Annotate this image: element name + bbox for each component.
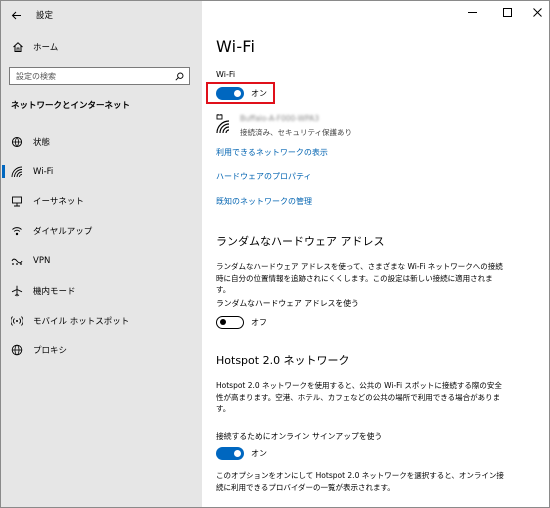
hotspot-toggle[interactable]: オン: [216, 447, 267, 460]
home-globe-icon: [11, 136, 23, 147]
search-box[interactable]: [9, 67, 190, 85]
sidebar: 設定 ホーム ネットワークとインターネット 状態 Wi-Fi イーサネット: [1, 1, 202, 507]
page-title: Wi-Fi: [216, 37, 256, 56]
sidebar-item-label: 状態: [33, 137, 51, 148]
back-button[interactable]: [2, 1, 30, 29]
hardware-properties-link[interactable]: ハードウェアのプロパティ: [216, 171, 312, 182]
main-pane: Wi-Fi Wi-Fi オン Buffalo-A-F000-WPA3 接続済み、…: [202, 1, 549, 507]
section-title: ネットワークとインターネット: [11, 101, 131, 111]
sidebar-item-label: VPN: [33, 256, 51, 267]
close-icon: [532, 7, 542, 17]
network-status: 接続済み、セキュリティ保護あり: [240, 128, 353, 137]
wifi-icon: [11, 166, 23, 177]
app-title: 設定: [36, 11, 54, 21]
home-icon: [13, 42, 23, 52]
sidebar-item-dialup[interactable]: ダイヤルアップ: [1, 216, 202, 246]
sidebar-item-proxy[interactable]: プロキシ: [1, 336, 202, 366]
hotspot-option-label: 接続するためにオンライン サインアップを使う: [216, 432, 383, 441]
airplane-icon: [11, 285, 23, 297]
sidebar-item-status[interactable]: 状態: [1, 127, 202, 157]
wifi-toggle-highlight: [206, 82, 275, 104]
sidebar-item-label: 機内モード: [33, 286, 76, 297]
sidebar-item-vpn[interactable]: VPN: [1, 246, 202, 276]
network-name: Buffalo-A-F000-WPA3: [240, 114, 320, 123]
settings-window: 設定 ホーム ネットワークとインターネット 状態 Wi-Fi イーサネット: [0, 0, 550, 508]
search-icon[interactable]: [175, 72, 184, 81]
nav-home-label: ホーム: [33, 43, 59, 53]
show-available-networks-link[interactable]: 利用できるネットワークの表示: [216, 147, 328, 158]
hotspot-footer-text: このオプションをオンにして Hotspot 2.0 ネットワークを選択すると、オ…: [216, 471, 504, 492]
globe-icon: [11, 345, 23, 356]
sidebar-item-label: プロキシ: [33, 346, 68, 357]
vpn-icon: [11, 258, 23, 265]
random-hw-toggle[interactable]: オフ: [216, 316, 267, 329]
manage-known-networks-link[interactable]: 既知のネットワークの管理: [216, 196, 312, 207]
dialup-icon: [12, 227, 22, 236]
connected-network[interactable]: Buffalo-A-F000-WPA3 接続済み、セキュリティ保護あり: [216, 114, 352, 138]
hotspot-description: Hotspot 2.0 ネットワークを使用すると、公共の Wi-Fi スポットに…: [216, 381, 502, 413]
hotspot-icon: [11, 315, 23, 326]
random-hw-option-label: ランダムなハードウェア アドレスを使う: [216, 299, 359, 308]
random-hw-toggle-state: オフ: [251, 318, 267, 327]
random-hw-heading: ランダムなハードウェア アドレス: [216, 235, 385, 248]
minimize-button[interactable]: [458, 1, 486, 23]
secured-wifi-icon: [216, 114, 230, 134]
sidebar-item-airplane[interactable]: 機内モード: [1, 276, 202, 306]
hotspot-toggle-state: オン: [251, 449, 267, 458]
sidebar-item-label: イーサネット: [33, 197, 84, 208]
random-hw-switch[interactable]: [216, 316, 244, 329]
maximize-button[interactable]: [493, 1, 521, 23]
sidebar-item-label: ダイヤルアップ: [33, 227, 93, 238]
ethernet-icon: [12, 197, 22, 207]
close-button[interactable]: [523, 1, 549, 23]
hotspot-heading: Hotspot 2.0 ネットワーク: [216, 354, 350, 367]
sidebar-item-wifi[interactable]: Wi-Fi: [1, 157, 202, 187]
hotspot-switch[interactable]: [216, 447, 244, 460]
random-hw-description: ランダムなハードウェア アドレスを使って、さまざまな Wi-Fi ネットワークへ…: [216, 262, 503, 294]
wifi-label: Wi-Fi: [216, 70, 236, 79]
sidebar-item-hotspot[interactable]: モバイル ホットスポット: [1, 306, 202, 336]
minimize-icon: [467, 11, 477, 13]
sidebar-item-ethernet[interactable]: イーサネット: [1, 187, 202, 217]
search-input[interactable]: [16, 71, 166, 81]
sidebar-item-label: モバイル ホットスポット: [33, 316, 130, 327]
maximize-icon: [502, 7, 512, 17]
nav-home[interactable]: ホーム: [1, 37, 202, 57]
title-bar: 設定: [1, 1, 202, 29]
back-arrow-icon: [11, 11, 21, 19]
sidebar-item-label: Wi-Fi: [33, 166, 54, 177]
nav-list: 状態 Wi-Fi イーサネット ダイヤルアップ VPN 機内モード モバイル ホ…: [1, 127, 202, 365]
